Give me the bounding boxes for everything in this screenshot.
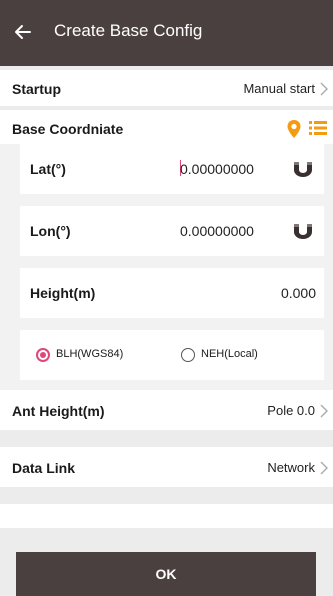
back-arrow-icon[interactable] xyxy=(11,20,35,44)
data-link-label: Data Link xyxy=(12,460,76,476)
radio-neh-local-label: NEH(Local) xyxy=(201,348,258,360)
base-coordinate-label: Base Coordniate xyxy=(12,121,124,137)
chevron-right-icon xyxy=(320,404,328,418)
ant-height-value: Pole 0.0 xyxy=(267,403,315,418)
location-pin-icon[interactable] xyxy=(286,119,302,139)
chevron-right-icon xyxy=(320,461,328,475)
data-link-value: Network xyxy=(267,460,315,475)
radio-unselected-indicator xyxy=(181,348,195,362)
radio-selected-indicator xyxy=(36,348,50,362)
list-icon[interactable] xyxy=(309,120,327,136)
startup-value: Manual start xyxy=(243,81,315,96)
ok-button-label: OK xyxy=(155,566,177,582)
chevron-right-icon xyxy=(320,82,328,96)
lon-field: Lon(°) 0.00000000 xyxy=(20,206,324,256)
height-field: Height(m) 0.000 xyxy=(20,268,324,318)
next-row-partial xyxy=(0,504,333,528)
data-link-row[interactable]: Data Link Network xyxy=(0,447,333,487)
coordinate-type-options: BLH(WGS84) NEH(Local) xyxy=(20,330,324,380)
ant-height-row[interactable]: Ant Height(m) Pole 0.0 xyxy=(0,390,333,430)
lat-label: Lat(°) xyxy=(30,161,66,177)
lon-label: Lon(°) xyxy=(30,223,71,239)
magnet-icon[interactable] xyxy=(292,160,314,178)
height-label: Height(m) xyxy=(30,285,96,301)
lon-input[interactable]: 0.00000000 xyxy=(180,223,254,239)
height-input[interactable]: 0.000 xyxy=(281,285,316,301)
magnet-icon[interactable] xyxy=(292,222,314,240)
startup-label: Startup xyxy=(12,81,61,97)
radio-blh-wgs84-label: BLH(WGS84) xyxy=(56,348,124,360)
title-bar: Create Base Config xyxy=(0,0,333,66)
page-title: Create Base Config xyxy=(54,21,203,40)
startup-row[interactable]: Startup Manual start xyxy=(0,70,333,106)
base-coordinate-header: Base Coordniate xyxy=(0,110,333,144)
lat-field: Lat(°) 0.00000000 xyxy=(20,144,324,194)
ant-height-label: Ant Height(m) xyxy=(12,403,105,419)
ok-button[interactable]: OK xyxy=(16,552,316,596)
lat-input[interactable]: 0.00000000 xyxy=(180,161,254,177)
base-coordinate-panel: Base Coordniate Lat(°) 0.00000000 Lon(°)… xyxy=(0,110,333,392)
